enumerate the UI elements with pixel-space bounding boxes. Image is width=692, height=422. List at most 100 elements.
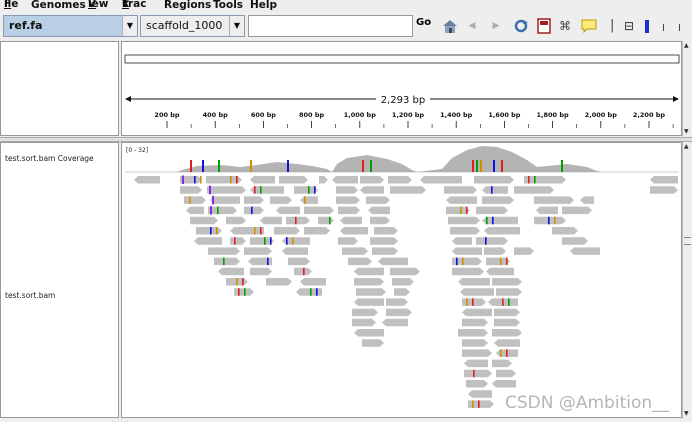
locus-input[interactable] [248, 15, 413, 37]
genome-dropdown[interactable]: ref.fa ▼ [3, 15, 138, 37]
read-alignment[interactable] [260, 216, 282, 225]
chromosome-ideogram[interactable] [124, 54, 680, 64]
read-alignment[interactable] [374, 227, 398, 235]
scroll-thumb[interactable] [684, 237, 691, 245]
read-alignment[interactable] [230, 237, 246, 245]
alignment-track-label[interactable]: test.sort.bam [5, 291, 55, 300]
read-alignment[interactable] [462, 318, 488, 327]
read-alignment[interactable] [218, 267, 244, 276]
resize-panel-icon[interactable] [537, 18, 551, 34]
read-alignment[interactable] [464, 359, 488, 368]
read-alignment[interactable] [360, 176, 384, 184]
home-icon[interactable] [441, 18, 459, 34]
read-alignment[interactable] [304, 227, 330, 235]
read-alignment[interactable] [496, 369, 516, 378]
read-alignment[interactable] [348, 257, 372, 266]
read-alignment[interactable] [448, 216, 480, 225]
read-alignment[interactable] [244, 206, 264, 215]
read-alignment[interactable] [420, 176, 462, 184]
zoom-tick[interactable] [679, 24, 680, 31]
read-alignment[interactable] [394, 288, 410, 296]
read-alignment[interactable] [650, 186, 678, 194]
read-alignment[interactable] [382, 318, 408, 327]
read-alignment[interactable] [370, 237, 398, 245]
read-alignment[interactable] [514, 186, 554, 194]
read-alignment[interactable] [494, 318, 520, 327]
read-alignment[interactable] [354, 298, 384, 306]
insertion-marker[interactable] [182, 175, 184, 185]
read-alignment[interactable] [492, 380, 516, 388]
menu-help[interactable]: Help [250, 0, 277, 11]
read-alignment[interactable] [492, 278, 522, 286]
read-alignment[interactable] [332, 176, 358, 184]
scroll-up-icon[interactable]: ▲ [684, 143, 689, 150]
read-alignment[interactable] [494, 308, 520, 317]
read-alignment[interactable] [362, 339, 384, 347]
read-alignment[interactable] [388, 176, 412, 184]
read-alignment[interactable] [468, 390, 492, 398]
zoom-tick[interactable] [663, 24, 664, 31]
read-alignment[interactable] [492, 329, 522, 337]
read-alignment[interactable] [476, 206, 508, 215]
read-alignment[interactable] [536, 206, 558, 215]
read-alignment[interactable] [378, 257, 408, 266]
read-alignment[interactable] [352, 308, 378, 317]
read-alignment[interactable] [390, 186, 426, 194]
refresh-icon[interactable] [512, 18, 530, 34]
lower-scrollbar[interactable]: ▲ ▼ [682, 142, 692, 418]
read-alignment[interactable] [282, 247, 308, 255]
read-alignment[interactable] [340, 216, 362, 225]
read-alignment[interactable] [462, 349, 492, 357]
read-alignment[interactable] [468, 400, 494, 408]
read-alignment[interactable] [288, 257, 310, 266]
read-alignment[interactable] [208, 206, 237, 215]
read-alignment[interactable] [460, 288, 494, 296]
scroll-down-icon[interactable]: ▼ [684, 128, 689, 135]
insertion-marker[interactable] [212, 195, 214, 205]
read-alignment[interactable] [370, 216, 390, 225]
forward-icon[interactable]: ▶ [490, 18, 502, 34]
read-alignment[interactable] [266, 278, 292, 286]
read-alignment[interactable] [190, 216, 218, 225]
read-alignment[interactable] [366, 196, 390, 204]
read-alignment[interactable] [524, 176, 566, 184]
zoom-out-icon[interactable]: ⊟ [622, 18, 636, 34]
read-alignment[interactable] [276, 206, 300, 215]
read-alignment[interactable] [562, 237, 588, 245]
read-alignment[interactable] [462, 308, 492, 317]
read-alignment[interactable] [354, 329, 384, 337]
upper-scrollbar[interactable]: ▲ ▼ [682, 41, 692, 136]
read-alignment[interactable] [184, 196, 206, 204]
read-alignment[interactable] [534, 216, 566, 225]
read-alignment[interactable] [274, 227, 300, 235]
read-alignment[interactable] [464, 369, 492, 378]
read-alignment[interactable] [244, 247, 272, 255]
read-alignment[interactable] [250, 176, 275, 184]
coverage-histogram[interactable] [177, 146, 602, 172]
read-alignment[interactable] [338, 206, 360, 215]
read-alignment[interactable] [226, 216, 246, 225]
read-alignment[interactable] [372, 247, 398, 255]
read-alignment[interactable] [296, 288, 322, 296]
read-alignment[interactable] [342, 247, 368, 255]
read-alignment[interactable] [386, 308, 412, 317]
read-alignment[interactable] [452, 267, 484, 276]
read-alignment[interactable] [562, 206, 592, 215]
read-alignment[interactable] [300, 278, 326, 286]
read-alignment[interactable] [336, 186, 358, 194]
read-alignment[interactable] [458, 329, 488, 337]
scroll-up-icon[interactable]: ▲ [684, 42, 689, 49]
read-alignment[interactable] [494, 339, 520, 347]
read-alignment[interactable] [186, 206, 204, 215]
read-alignment[interactable] [352, 318, 376, 327]
read-alignment[interactable] [318, 216, 334, 225]
read-alignment[interactable] [570, 247, 600, 255]
read-alignment[interactable] [444, 186, 477, 194]
read-alignment[interactable] [514, 247, 534, 255]
alignment-track[interactable] [134, 175, 678, 408]
read-alignment[interactable] [356, 288, 386, 296]
read-alignment[interactable] [484, 247, 506, 255]
read-alignment[interactable] [286, 216, 310, 225]
read-alignment[interactable] [230, 227, 264, 235]
insertion-marker[interactable] [210, 206, 212, 215]
